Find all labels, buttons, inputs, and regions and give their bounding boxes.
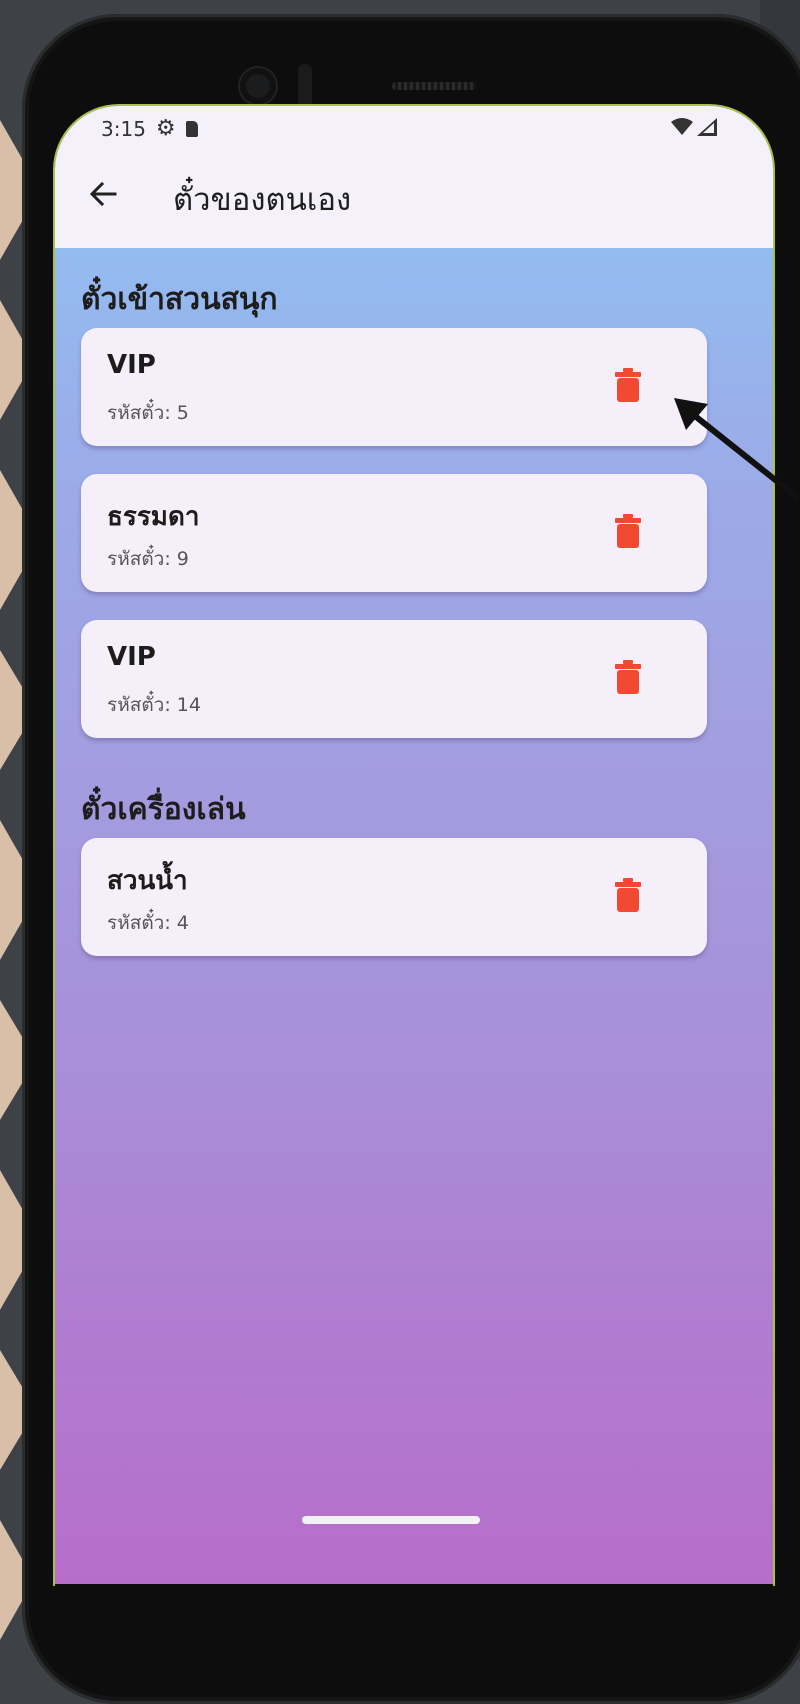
home-indicator[interactable]	[302, 1516, 480, 1524]
trash-icon[interactable]	[615, 878, 641, 912]
ticket-card[interactable]: VIP รหัสตั๋ว: 14	[81, 620, 707, 738]
trash-icon[interactable]	[615, 368, 641, 402]
ticket-code: รหัสตั๋ว: 5	[107, 402, 189, 424]
section-title-ride-tickets: ตั๋วเครื่องเล่น	[81, 792, 246, 827]
trash-icon[interactable]	[615, 660, 641, 694]
app-screen: 3:15 ⚙ ตั๋วของตนเอง ตั๋วเข้าสวนสนุก VIP …	[55, 106, 773, 1584]
proximity-sensor	[298, 64, 312, 108]
back-button[interactable]	[83, 178, 123, 218]
app-bar: ตั๋วของตนเอง	[55, 152, 773, 248]
wifi-icon	[671, 118, 693, 135]
system-nav-bar	[55, 1584, 773, 1660]
ticket-code: รหัสตั๋ว: 9	[107, 548, 189, 570]
arrow-left-icon	[89, 181, 117, 207]
ticket-name: VIP	[107, 350, 156, 380]
front-camera	[240, 68, 276, 104]
ticket-code: รหัสตั๋ว: 14	[107, 694, 201, 716]
sd-card-icon	[185, 121, 198, 137]
cellular-signal-icon	[697, 118, 717, 136]
settings-gear-icon: ⚙	[155, 116, 176, 141]
status-bar: 3:15 ⚙	[101, 114, 198, 144]
ticket-code: รหัสตั๋ว: 4	[107, 912, 189, 934]
status-time: 3:15	[101, 117, 146, 141]
ticket-card[interactable]: สวนน้ำ รหัสตั๋ว: 4	[81, 838, 707, 956]
earpiece-speaker	[392, 82, 476, 90]
page-title: ตั๋วของตนเอง	[173, 182, 352, 218]
ticket-name: สวนน้ำ	[107, 866, 188, 896]
status-indicators	[671, 118, 717, 136]
top-bar: 3:15 ⚙ ตั๋วของตนเอง	[55, 106, 773, 248]
ticket-card[interactable]: ธรรมดา รหัสตั๋ว: 9	[81, 474, 707, 592]
ticket-name: ธรรมดา	[107, 502, 200, 532]
ticket-name: VIP	[107, 642, 156, 672]
pointer-arrow-icon	[674, 398, 800, 500]
ticket-card[interactable]: VIP รหัสตั๋ว: 5	[81, 328, 707, 446]
trash-icon[interactable]	[615, 514, 641, 548]
section-title-park-tickets: ตั๋วเข้าสวนสนุก	[81, 282, 278, 317]
